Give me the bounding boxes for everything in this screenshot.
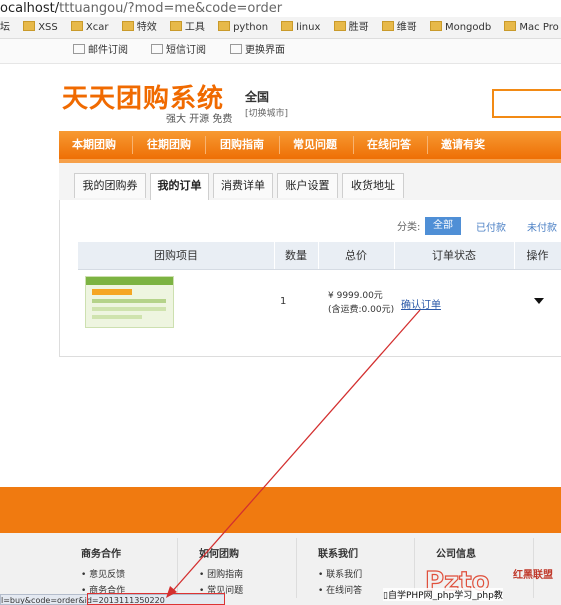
tab-my-orders[interactable]: 我的订单 [150,173,209,200]
bookmark-item[interactable]: XSS [23,17,58,38]
footer-link[interactable]: • 在线问答 [318,583,362,596]
message-icon [151,44,163,54]
account-tabs: 我的团购券 我的订单 消费详单 账户设置 收货地址 [59,163,561,200]
folder-icon [429,21,442,31]
bookmark-item[interactable]: 坛 [0,17,10,38]
confirm-order-link[interactable]: 确认订单 [401,296,441,311]
bookmark-item[interactable]: linux [281,17,320,38]
site-header: 天天团购系统 强大 开源 免费 全国 [切换城市] [0,64,561,129]
order-shipping: (含运费:0.00元) [328,305,395,315]
folder-icon [504,21,517,31]
bookmark-item[interactable]: python [218,17,268,38]
nav-divider [279,136,280,154]
order-total: ¥ 9999.00元 [328,291,383,301]
footer-link[interactable]: • 团购指南 [199,567,243,580]
sms-subscribe-link[interactable]: 短信订阅 [151,39,206,63]
nav-divider [353,136,354,154]
folder-icon [121,21,134,31]
current-city: 全国 [245,90,270,104]
change-theme-link[interactable]: 更换界面 [230,39,285,63]
footer-link[interactable]: • 联系我们 [318,567,362,580]
bookmarks-bar: 坛 XSS Xcar 特效 工具 python linux 胜哥 维哥 Mong… [0,17,561,39]
footer-divider [177,538,178,598]
theme-icon [230,44,242,54]
folder-icon [381,21,394,31]
bookmark-item[interactable]: 工具 [169,17,205,38]
footer-col-contact: 联系我们 • 联系我们 • 在线问答 [318,545,362,599]
tab-my-coupons[interactable]: 我的团购券 [74,173,146,198]
footer-divider [296,538,297,598]
change-city-link[interactable]: [切换城市] [245,106,288,119]
nav-online-qa[interactable]: 在线问答 [367,131,411,159]
folder-icon [333,21,346,31]
nav-divider [132,136,133,154]
nav-current-deals[interactable]: 本期团购 [72,131,116,159]
footer-heading: 如何团购 [199,549,239,560]
folder-icon [218,21,231,31]
footer-link[interactable]: • 意见反馈 [81,567,125,580]
folder-icon [70,21,83,31]
bookmark-item[interactable]: 维哥 [381,17,417,38]
site-slogan: 强大 开源 免费 [166,114,233,125]
col-header-total: 总价 [345,249,367,262]
footer-band [0,487,561,533]
highlight-box [87,593,225,605]
footer-heading: 商务合作 [81,549,121,560]
nav-invite[interactable]: 邀请有奖 [441,131,485,159]
folder-icon [281,21,294,31]
watermark-text: ▯自学PHP网_php学习_php教 [383,588,503,601]
col-header-project: 团购项目 [154,249,198,262]
tab-account-settings[interactable]: 账户设置 [277,173,338,198]
bookmark-item[interactable]: Mac Pro [504,17,559,38]
footer-col-howto: 如何团购 • 团购指南 • 常见问题 [199,545,243,599]
address-host: ocalhost/ [0,1,60,16]
nav-guide[interactable]: 团购指南 [220,131,264,159]
deal-thumbnail[interactable] [85,276,174,328]
filter-label: 分类: [397,222,421,233]
col-header-status: 订单状态 [432,249,476,262]
filter-unpaid-link[interactable]: 未付款 [527,219,557,234]
email-subscribe-link[interactable]: 邮件订阅 [73,39,128,63]
nav-faq[interactable]: 常见问题 [293,131,337,159]
col-header-action: 操作 [526,249,549,262]
order-price: ¥ 9999.00元 (含运费:0.00元) [328,289,394,317]
footer-col-business: 商务合作 • 意见反馈 • 商务合作 [81,545,125,599]
filter-paid-link[interactable]: 已付款 [476,219,506,234]
footer-heading: 公司信息 [436,549,476,560]
bookmark-item[interactable]: 胜哥 [333,17,369,38]
address-path: tttuangou/?mod=me&code=order [59,1,283,16]
bookmark-item[interactable]: Mongodb [429,17,491,38]
footer-heading: 联系我们 [318,549,358,560]
top-links-bar: 邮件订阅 短信订阅 更换界面 [0,39,561,64]
watermark-red-text: 红黑联盟 [513,570,553,581]
mail-icon [73,44,85,54]
main-nav: 本期团购 往期团购 团购指南 常见问题 在线问答 邀请有奖 [59,131,561,159]
col-header-qty: 数量 [285,249,307,262]
tab-shipping-address[interactable]: 收货地址 [342,173,404,198]
orders-table-header: 团购项目 数量 总价 订单状态 操作 [78,242,561,270]
caret-down-icon[interactable] [534,298,544,304]
bookmark-item[interactable]: Xcar [70,17,109,38]
search-input[interactable] [492,89,561,118]
tab-consumption[interactable]: 消费详单 [213,173,273,198]
bookmark-item[interactable]: 特效 [121,17,157,38]
nav-divider [205,136,206,154]
order-quantity: 1 [280,296,287,307]
folder-icon [169,21,182,31]
nav-past-deals[interactable]: 往期团购 [147,131,191,159]
folder-icon [23,21,36,31]
address-bar[interactable]: ocalhost/tttuangou/?mod=me&code=order [0,0,561,17]
nav-divider [427,136,428,154]
filter-all-button[interactable]: 全部 [425,217,461,235]
